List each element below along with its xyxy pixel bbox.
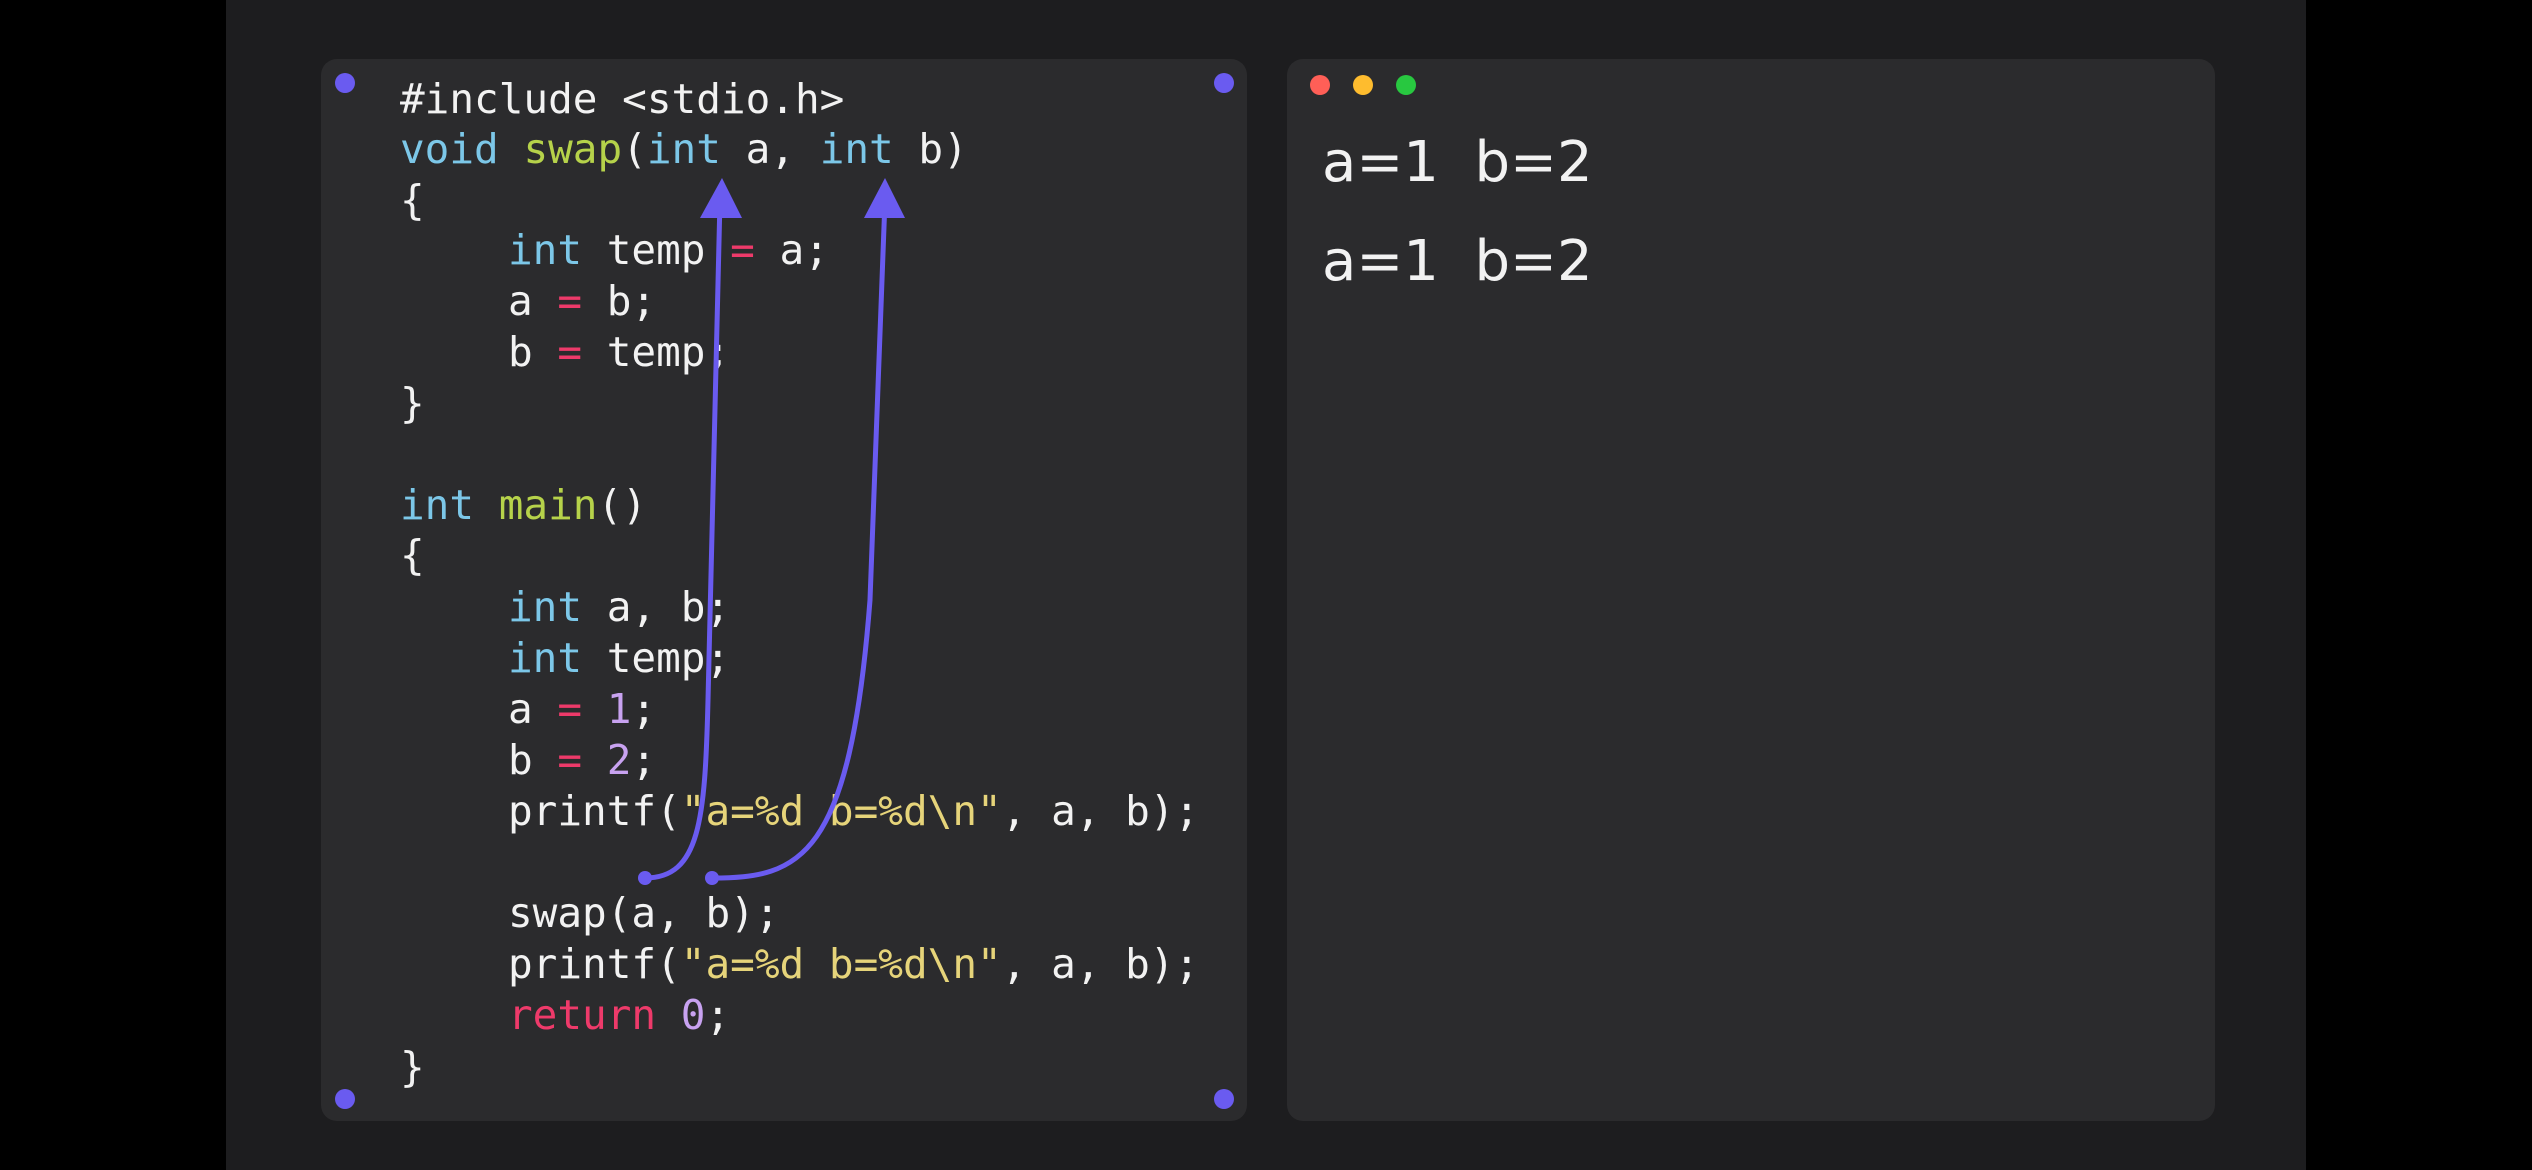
maximize-window-icon[interactable] bbox=[1396, 75, 1416, 95]
minimize-window-icon[interactable] bbox=[1353, 75, 1373, 95]
code-text: b; bbox=[582, 277, 657, 325]
function-printf: printf( bbox=[508, 940, 681, 988]
semicolon: ; bbox=[705, 991, 731, 1039]
code-line-printf-1: printf("a=%d b=%d\n", a, b); bbox=[508, 786, 1199, 836]
corner-dot bbox=[335, 73, 355, 93]
code-text: , a, b); bbox=[1001, 940, 1200, 988]
operator-assign: = bbox=[557, 736, 583, 784]
code-line-temp-decl: int temp = a; bbox=[508, 225, 829, 275]
identifier: b bbox=[508, 736, 558, 784]
code-line-a-assign: a = b; bbox=[508, 276, 656, 326]
param-b: b) bbox=[893, 125, 968, 173]
close-window-icon[interactable] bbox=[1310, 75, 1330, 95]
code-line-b-assign: b = temp; bbox=[508, 327, 730, 377]
code-line-printf-2: printf("a=%d b=%d\n", a, b); bbox=[508, 939, 1199, 989]
operator-assign: = bbox=[730, 226, 755, 274]
code-line-brace-open: { bbox=[400, 531, 425, 579]
paren: ( bbox=[622, 125, 647, 173]
keyword-int: int bbox=[508, 634, 583, 682]
keyword-int: int bbox=[646, 125, 721, 173]
keyword-void: void bbox=[400, 125, 499, 173]
code-line-return: return 0; bbox=[508, 990, 730, 1040]
function-swap: swap bbox=[523, 125, 623, 173]
output-line: a=1 b=2 bbox=[1322, 130, 1593, 195]
code-line-swap-signature: void swap(int a, int b) bbox=[400, 124, 968, 174]
code-text: () bbox=[597, 481, 647, 529]
identifier: a bbox=[508, 685, 558, 733]
output-line: a=1 b=2 bbox=[1322, 229, 1593, 294]
corner-dot bbox=[1214, 73, 1234, 93]
semicolon: ; bbox=[631, 736, 657, 784]
code-text: a; bbox=[754, 226, 829, 274]
terminal-output-panel bbox=[1287, 59, 2215, 1121]
code-line-brace-open: { bbox=[400, 176, 425, 224]
keyword-int: int bbox=[819, 125, 894, 173]
identifier: a bbox=[508, 277, 558, 325]
keyword-int: int bbox=[508, 226, 583, 274]
code-line-swap-call: swap(a, b); bbox=[508, 889, 780, 937]
param-a: a, bbox=[720, 125, 820, 173]
code-line-ab-decl: int a, b; bbox=[508, 582, 730, 632]
string-literal: "a=%d b=%d\n" bbox=[680, 787, 1002, 835]
code-line-include: #include <stdio.h> bbox=[400, 75, 845, 123]
keyword-int: int bbox=[400, 481, 475, 529]
code-text: a, b; bbox=[582, 583, 731, 631]
keyword-int: int bbox=[508, 583, 583, 631]
corner-dot bbox=[335, 1089, 355, 1109]
string-literal: "a=%d b=%d\n" bbox=[680, 940, 1002, 988]
corner-dot bbox=[1214, 1089, 1234, 1109]
function-printf: printf( bbox=[508, 787, 681, 835]
function-main: main bbox=[474, 481, 598, 529]
code-line-a-init: a = 1; bbox=[508, 684, 656, 734]
code-text: temp; bbox=[582, 328, 731, 376]
operator-assign: = bbox=[557, 328, 583, 376]
number-literal: 0 bbox=[680, 991, 706, 1039]
code-line-brace-close: } bbox=[400, 379, 425, 427]
number-literal: 1 bbox=[606, 685, 632, 733]
identifier: temp bbox=[582, 226, 731, 274]
keyword-return: return bbox=[508, 991, 657, 1039]
operator-assign: = bbox=[557, 277, 583, 325]
semicolon: ; bbox=[631, 685, 657, 733]
number-literal: 2 bbox=[606, 736, 632, 784]
code-line-temp-decl-main: int temp; bbox=[508, 633, 730, 683]
code-line-b-init: b = 2; bbox=[508, 735, 656, 785]
operator-assign: = bbox=[557, 685, 583, 733]
identifier: b bbox=[508, 328, 558, 376]
code-line-main-signature: int main() bbox=[400, 480, 647, 530]
code-text: temp; bbox=[582, 634, 731, 682]
code-text: , a, b); bbox=[1001, 787, 1200, 835]
code-line-brace-close: } bbox=[400, 1043, 425, 1091]
